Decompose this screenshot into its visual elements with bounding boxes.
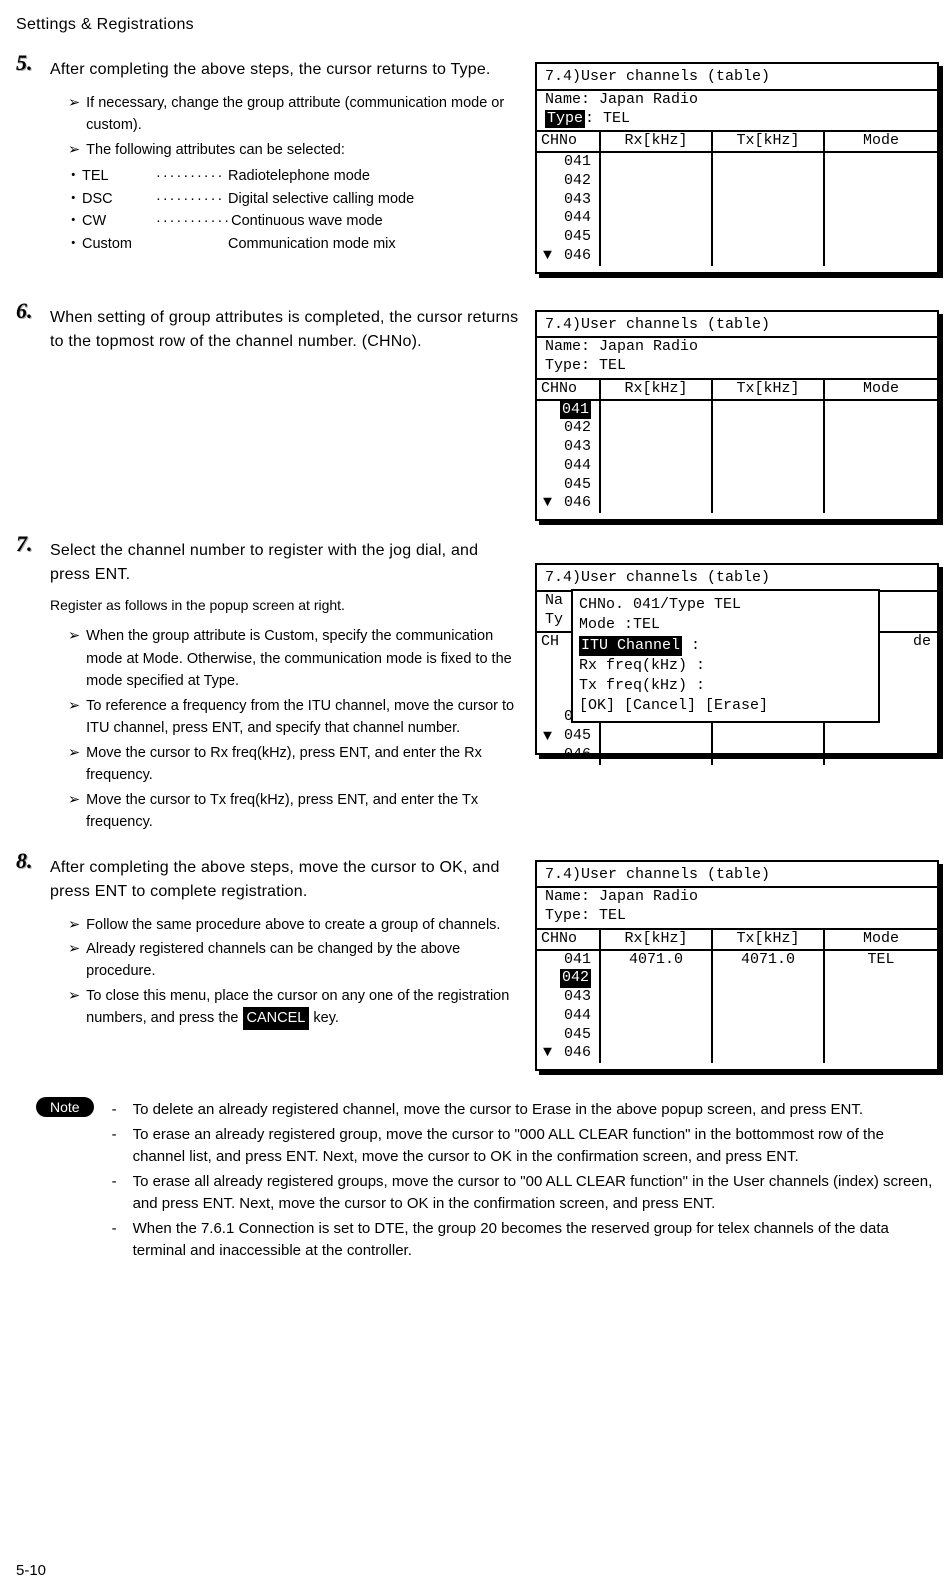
step8-b2: Already registered channels can be chang… [86, 938, 519, 983]
step7-pre: Register as follows in the popup screen … [50, 595, 519, 615]
attr-cw-desc: Continuous wave mode [231, 210, 383, 232]
panel-step6: 7.4)User channels (table) Name: Japan Ra… [535, 310, 939, 522]
step8-b1: Follow the same procedure above to creat… [86, 914, 500, 936]
scroll-down-icon[interactable]: ▼ [543, 247, 552, 266]
popup-rxfreq[interactable]: Rx freq(kHz) : [579, 656, 872, 676]
panel-step7: 7.4)User channels (table) Na Ty CH de 0 … [535, 563, 939, 755]
step7-lead: Select the channel number to register wi… [50, 539, 519, 587]
panel-title: 7.4)User channels (table) [537, 316, 937, 335]
cell-tx: 4071.0 [713, 951, 825, 970]
step-number-6: 6. [16, 300, 40, 322]
panel-step5: 7.4)User channels (table) Name: Japan Ra… [535, 62, 939, 274]
bullet-icon: ➢ [68, 92, 80, 137]
step5-lead: After completing the above steps, the cu… [50, 58, 519, 82]
col-rx: Rx[kHz] [601, 132, 713, 151]
cell-ch: 041 [537, 153, 601, 172]
cell-ch: 042 [537, 172, 601, 191]
note-3: To erase all already registered groups, … [133, 1171, 939, 1216]
popup-dialog: CHNo. 041/Type TEL Mode :TEL ITU Channel… [571, 589, 880, 723]
step5-sub1: If necessary, change the group attribute… [86, 92, 519, 137]
cell-ch: 044 [537, 209, 601, 228]
scroll-down-icon[interactable]: ▼ [543, 1044, 552, 1063]
step7-b3: Move the cursor to Rx freq(kHz), press E… [86, 742, 519, 787]
panel-name-value: Japan Radio [599, 91, 698, 108]
type-cursor[interactable]: Type [545, 110, 585, 129]
popup-txfreq[interactable]: Tx freq(kHz) : [579, 676, 872, 696]
note-1: To delete an already registered channel,… [133, 1099, 863, 1122]
note-4: When the 7.6.1 Connection is set to DTE,… [133, 1218, 939, 1263]
cell-ch: 043 [537, 191, 601, 210]
attr-custom-label: Custom [82, 233, 156, 255]
attr-dsc-label: DSC [82, 188, 156, 210]
page-header: Settings & Registrations [16, 16, 939, 34]
step7-b1: When the group attribute is Custom, spec… [86, 625, 519, 692]
step8-lead: After completing the above steps, move t… [50, 856, 519, 904]
step7-b4: Move the cursor to Tx freq(kHz), press E… [86, 789, 519, 834]
note-2: To erase an already registered group, mo… [133, 1124, 939, 1169]
col-tx: Tx[kHz] [713, 132, 825, 151]
col-chno: CHNo [537, 132, 601, 151]
panel-step8: 7.4)User channels (table) Name: Japan Ra… [535, 860, 939, 1072]
ch-cursor[interactable]: 042 [560, 969, 591, 988]
step8-b3: To close this menu, place the cursor on … [86, 985, 519, 1030]
attr-cw-label: CW [82, 210, 156, 232]
step-number-8: 8. [16, 850, 40, 872]
attr-tel-desc: Radiotelephone mode [228, 165, 370, 187]
page-number: 5-10 [16, 1562, 46, 1579]
col-mode: Mode [825, 132, 937, 151]
attr-tel-label: TEL [82, 165, 156, 187]
scroll-down-icon[interactable]: ▼ [543, 728, 552, 747]
step-number-5: 5. [16, 52, 40, 74]
attr-custom-desc: Communication mode mix [228, 233, 396, 255]
panel-title: 7.4)User channels (table) [537, 68, 937, 87]
cancel-key: CANCEL [243, 1007, 310, 1029]
scroll-down-icon[interactable]: ▼ [543, 494, 552, 513]
popup-buttons[interactable]: [OK] [Cancel] [Erase] [579, 696, 872, 716]
step7-b2: To reference a frequency from the ITU ch… [86, 695, 519, 740]
cell-rx: 4071.0 [601, 951, 713, 970]
step5-sub2: The following attributes can be selected… [86, 139, 345, 161]
attr-dsc-desc: Digital selective calling mode [228, 188, 414, 210]
panel-type-value: TEL [603, 110, 630, 127]
popup-itu-cursor[interactable]: ITU Channel [579, 636, 682, 656]
ch-cursor[interactable]: 041 [560, 401, 591, 420]
step-number-7: 7. [16, 533, 40, 555]
popup-chno-type: CHNo. 041/Type TEL [579, 595, 872, 615]
step6-lead: When setting of group attributes is comp… [50, 306, 519, 354]
bullet-icon: ➢ [68, 139, 80, 161]
popup-mode[interactable]: Mode :TEL [579, 615, 872, 635]
panel-name-label: Name: [545, 91, 599, 108]
cell-mode: TEL [825, 951, 937, 970]
cell-ch: 045 [537, 228, 601, 247]
note-badge: Note [36, 1097, 94, 1117]
